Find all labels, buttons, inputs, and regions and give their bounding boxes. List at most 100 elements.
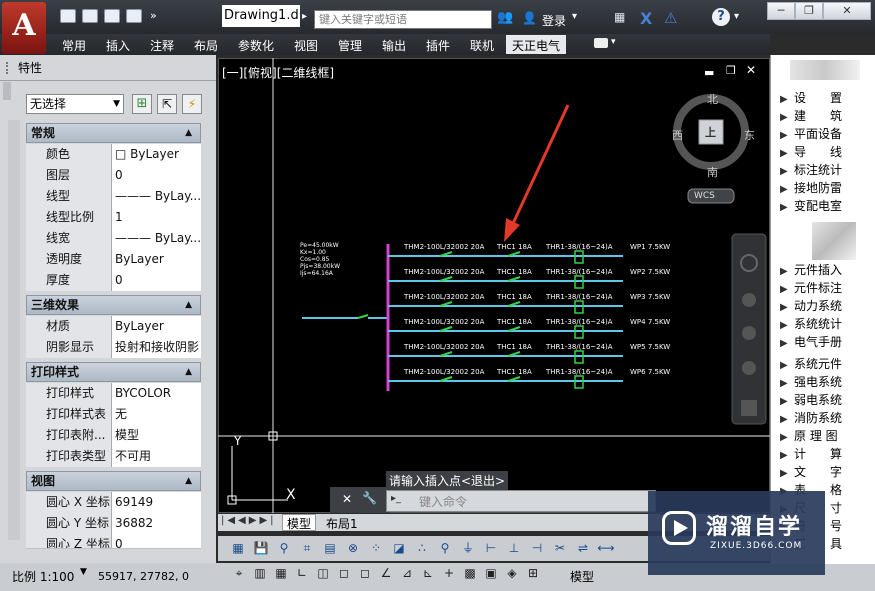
prop-value[interactable]: 69149 <box>112 492 201 513</box>
search-icon[interactable]: ⚲ <box>435 541 455 559</box>
tab-layout[interactable]: 布局 <box>194 37 218 54</box>
ribbon-toggle-icon[interactable] <box>594 38 608 48</box>
help-icon[interactable]: ? <box>712 8 730 26</box>
tab-home[interactable]: 常用 <box>62 37 86 54</box>
autodesk-x-icon[interactable]: X <box>640 9 652 28</box>
ground-icon[interactable]: ⏚ <box>458 539 478 557</box>
tz-menu-item[interactable]: ▶ 消防系统 <box>780 409 842 426</box>
prop-value[interactable]: ByLayer <box>112 316 201 337</box>
model-space-toggle[interactable]: 模型 <box>570 568 594 585</box>
tab-annotate[interactable]: 注释 <box>150 37 174 54</box>
status-toggle-icon[interactable]: ∠ <box>377 566 395 584</box>
login-link[interactable]: 登录 <box>542 12 566 29</box>
compass-east[interactable]: 东 <box>744 127 755 143</box>
tz-submenu-item[interactable]: ▶ 元件插入 <box>780 261 842 278</box>
customize-wrench-icon[interactable]: 🔧 <box>362 491 377 505</box>
ribbon-toggle-dropdown-icon[interactable]: ▾ <box>611 37 616 47</box>
tz-menu-item[interactable]: ▶ 原 理 图 <box>780 427 838 444</box>
tz-menu-item[interactable]: ▶ 强电系统 <box>780 373 842 390</box>
tab-navigation-icons[interactable]: |◀◀▶▶| <box>221 515 277 526</box>
prop-value[interactable]: ByLayer <box>112 249 201 270</box>
coordinate-readout[interactable]: 55917, 27782, 0 <box>98 570 189 583</box>
find-icon[interactable]: ⚲ <box>274 541 294 559</box>
tz-menu-item[interactable]: ▶ 文 字 <box>780 463 842 480</box>
status-toggle-icon[interactable]: ▥ <box>251 566 269 584</box>
prop-value[interactable]: 36882 <box>112 513 201 534</box>
prop-value[interactable]: 不可用 <box>112 446 201 467</box>
minimize-button[interactable]: ─ <box>767 2 795 20</box>
binoculars-icon[interactable]: 👥 <box>497 10 513 25</box>
grid-icon[interactable]: ⌗ <box>297 541 317 559</box>
tz-menu-item[interactable]: ▶ 计 算 <box>780 445 842 462</box>
status-toggle-icon[interactable]: ▦ <box>272 566 290 584</box>
new-file-icon[interactable] <box>60 9 76 23</box>
status-toggle-icon[interactable]: ⊾ <box>419 566 437 584</box>
prop-row-center-x[interactable]: 圆心 X 坐标 69149 <box>26 492 201 513</box>
prop-row-layer[interactable]: 图层 0 <box>26 165 201 186</box>
tz-menu-item[interactable]: ▶ 平面设备 <box>780 125 842 142</box>
tab-output[interactable]: 输出 <box>382 37 406 54</box>
prop-row-material[interactable]: 材质 ByLayer <box>26 316 201 337</box>
tz-menu-item[interactable]: ▶ 变配电室 <box>780 197 842 214</box>
tz-menu-item[interactable]: ▶ 系统元件 <box>780 355 842 372</box>
status-toggle-icon[interactable]: ⊞ <box>524 566 542 584</box>
tz-submenu-item[interactable]: ▶ 电气手册 <box>780 333 842 350</box>
quick-select-icon[interactable]: ⚡ <box>182 94 202 114</box>
down-icon[interactable]: ⊥ <box>504 541 524 559</box>
application-menu-button[interactable]: A <box>2 2 46 54</box>
status-toggle-icon[interactable]: ◻ <box>356 566 374 584</box>
arrow-icon[interactable]: ⟷ <box>596 541 616 559</box>
tab-insert[interactable]: 插入 <box>106 37 130 54</box>
wcs-label[interactable]: WCS <box>694 191 715 201</box>
tz-menu-item[interactable]: ▶ 接地防雷 <box>780 179 842 196</box>
prop-row-plot-type[interactable]: 打印表类型 不可用 <box>26 446 201 467</box>
status-toggle-icon[interactable]: ▩ <box>461 566 479 584</box>
tab-parametric[interactable]: 参数化 <box>238 37 274 54</box>
right-icon[interactable]: ⊣ <box>527 541 547 559</box>
tz-submenu-item[interactable]: ▶ 元件标注 <box>780 279 842 296</box>
save-icon[interactable] <box>104 9 120 23</box>
prop-row-plot-attached[interactable]: 打印表附... 模型 <box>26 425 201 446</box>
status-toggle-icon[interactable]: ◈ <box>503 566 521 584</box>
status-toggle-icon[interactable]: ◻ <box>335 566 353 584</box>
a360-icon[interactable]: ⚠ <box>664 9 677 27</box>
tz-menu-item[interactable]: ▶ 建 筑 <box>780 107 842 124</box>
prop-value[interactable]: □ ByLayer <box>112 144 201 165</box>
compass-north[interactable]: 北 <box>707 91 718 107</box>
prop-value[interactable]: 投射和接收阴影 <box>112 337 201 358</box>
prop-value[interactable]: ——— ByLay... <box>112 186 201 207</box>
section-general[interactable]: 常规 ▲ <box>26 123 201 143</box>
prop-value[interactable]: 无 <box>112 404 201 425</box>
selection-dropdown[interactable]: 无选择 ▼ <box>26 94 124 114</box>
prop-row-center-y[interactable]: 圆心 Y 坐标 36882 <box>26 513 201 534</box>
block-icon[interactable]: ◪ <box>389 541 409 559</box>
table-icon[interactable]: ▦ <box>228 541 248 559</box>
node-icon[interactable]: ∴ <box>412 541 432 559</box>
tz-menu-item[interactable]: ▶ 标注统计 <box>780 161 842 178</box>
prop-row-plot-table[interactable]: 打印样式表无 <box>26 404 201 425</box>
stop-icon[interactable]: ⊗ <box>343 541 363 559</box>
scale-dropdown-icon[interactable]: ▼ <box>80 567 87 577</box>
open-file-icon[interactable] <box>82 9 98 23</box>
prop-row-plot-style[interactable]: 打印样式 BYCOLOR <box>26 383 201 404</box>
toggle-pickadd-icon[interactable]: ⊞ <box>132 94 152 114</box>
login-dropdown-icon[interactable]: ▾ <box>572 11 577 22</box>
tab-layout1[interactable]: 布局1 <box>326 515 358 532</box>
exchange-icon[interactable]: ▦ <box>614 10 625 24</box>
status-toggle-icon[interactable]: ◫ <box>314 566 332 584</box>
help-dropdown-icon[interactable]: ▾ <box>734 11 739 22</box>
prop-row-shadow[interactable]: 阴影显示 投射和接收阴影 <box>26 337 201 358</box>
tab-model[interactable]: 模型 <box>282 514 317 531</box>
tab-plugins[interactable]: 插件 <box>426 37 450 54</box>
status-toggle-icon[interactable]: + <box>440 566 458 584</box>
dots-icon[interactable]: ⁘ <box>366 541 386 559</box>
prop-value[interactable]: 1 <box>112 207 201 228</box>
cut-icon[interactable]: ✂ <box>550 541 570 559</box>
prop-row-center-z[interactable]: 圆心 Z 坐标 0 <box>26 534 201 549</box>
prop-value[interactable]: BYCOLOR <box>112 383 201 404</box>
prop-row-lineweight[interactable]: 线宽 ——— ByLay... <box>26 228 201 249</box>
prop-value[interactable]: 模型 <box>112 425 201 446</box>
prop-row-color[interactable]: 颜色 □ ByLayer <box>26 144 201 165</box>
annotation-scale[interactable]: 比例 1:100 <box>12 568 74 585</box>
palette-scrollbar[interactable] <box>8 120 20 540</box>
